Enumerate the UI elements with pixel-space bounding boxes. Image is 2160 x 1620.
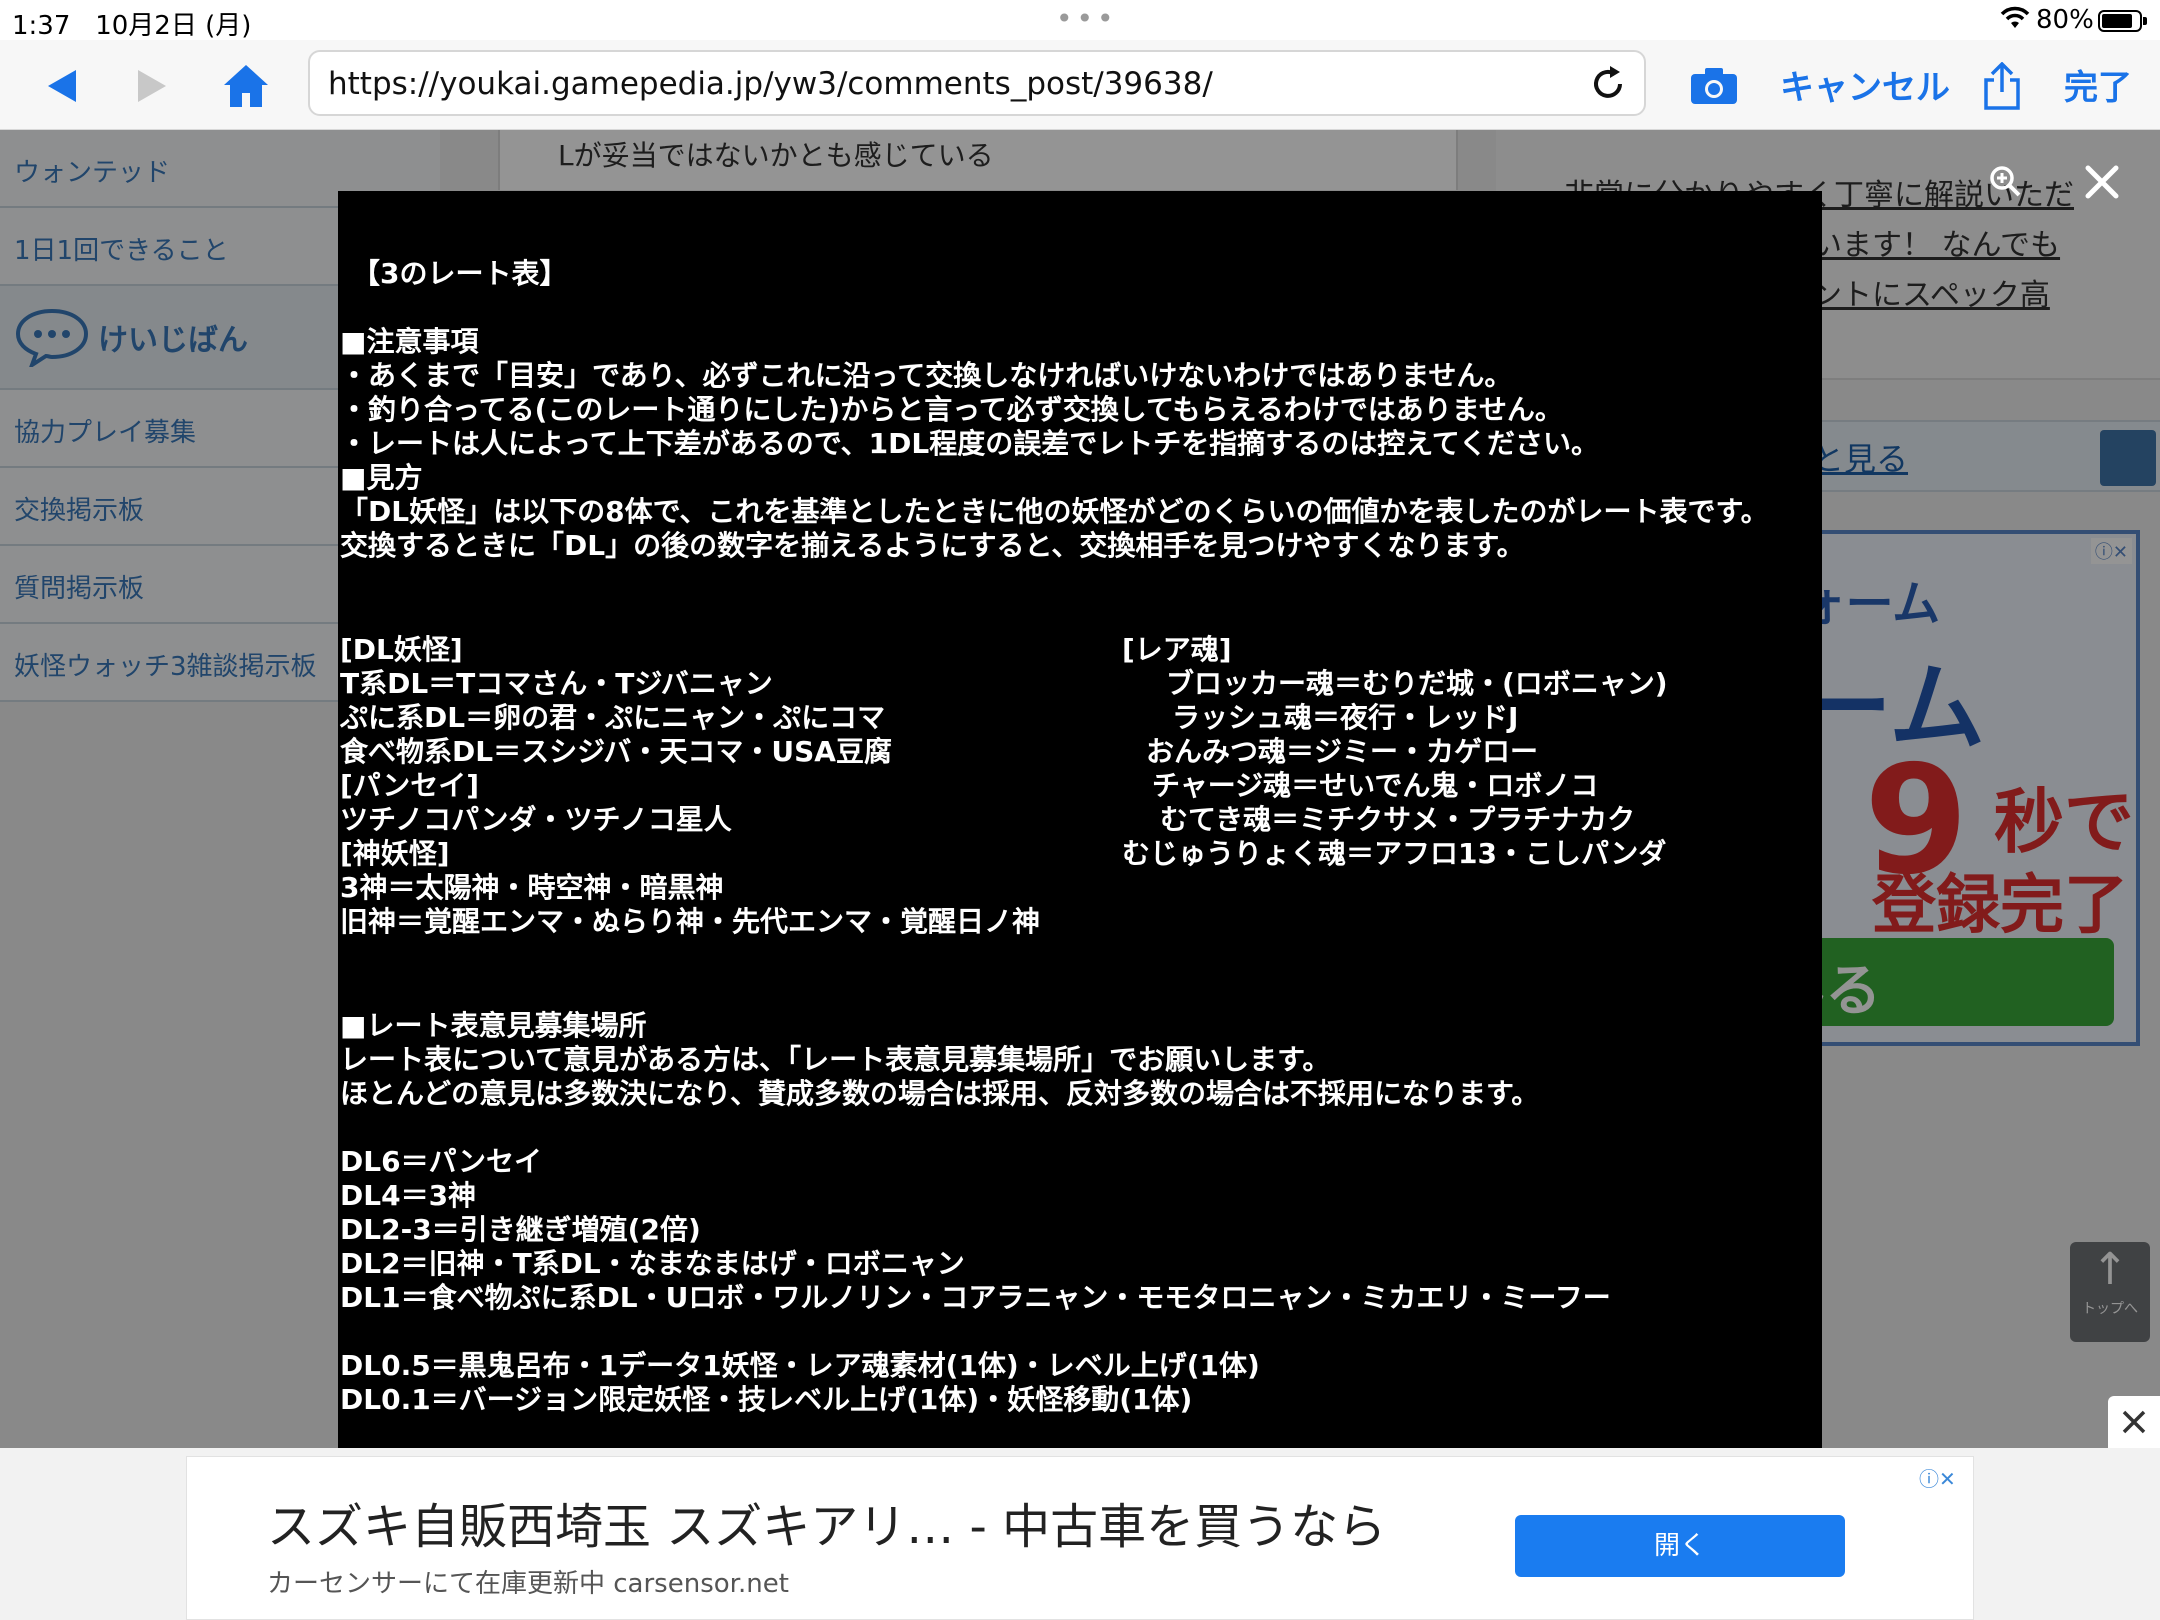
- rate-line: DL2＝旧神・T系DL・なまなまはげ・ロボニャン: [340, 1247, 965, 1280]
- note-line: ・レートは人によって上下差があるので、1DL程度の誤差でレトチを指摘するのは控え…: [340, 427, 1599, 460]
- rate-line: DL4＝3神: [340, 1179, 477, 1212]
- ad-close-button[interactable]: [2108, 1396, 2160, 1448]
- how-line: 「DL妖怪」は以下の8体で、これを基準としたときに他の妖怪がどのくらいの価値かを…: [340, 495, 1769, 528]
- forward-arrow-icon[interactable]: [124, 58, 180, 114]
- opinion-line: レート表について意見がある方は、「レート表意見募集場所」でお願いします。: [340, 1043, 1331, 1076]
- rare-soul-item: ラッシュ魂＝夜行・レッドJ: [1172, 701, 1519, 734]
- dl-list-item: 3神＝太陽神・時空神・暗黒神: [340, 871, 724, 904]
- cancel-button[interactable]: キャンセル: [1780, 60, 1950, 109]
- rare-soul-item: おんみつ魂＝ジミー・カゲロー: [1146, 735, 1539, 768]
- reload-icon[interactable]: [1586, 62, 1630, 106]
- status-time: 1:37 10月2日 (月): [12, 11, 252, 41]
- close-icon: [2122, 1410, 2146, 1434]
- notes-header: ■注意事項: [340, 325, 479, 358]
- done-button[interactable]: 完了: [2064, 60, 2132, 109]
- close-icon[interactable]: [2080, 160, 2124, 204]
- status-date: 10月2日 (月): [95, 11, 252, 41]
- browser-toolbar: https://youkai.gamepedia.jp/yw3/comments…: [0, 40, 2160, 130]
- rate-line: DL6＝パンセイ: [340, 1145, 542, 1178]
- ad-badge[interactable]: ⓘ✕: [1919, 1463, 1956, 1492]
- bottom-ad-banner: スズキ自販西埼玉 スズキアリ… - 中古車を買うなら カーセンサーにて在庫更新中…: [0, 1448, 2160, 1620]
- rate-table-title: 【3のレート表】: [352, 257, 568, 290]
- note-line: ・あくまで「目安」であり、必ずこれに沿って交換しなければいけないわけではありませ…: [340, 359, 1513, 392]
- url-text[interactable]: https://youkai.gamepedia.jp/yw3/comments…: [328, 66, 1213, 102]
- rate-line: DL0.5＝黒鬼呂布・1データ1妖怪・レア魂素材(1体)・レベル上げ(1体): [340, 1349, 1260, 1382]
- rare-soul-item: むじゅうりょく魂＝アフロ13・こしパンダ: [1122, 837, 1667, 870]
- camera-icon[interactable]: [1686, 58, 1742, 114]
- dl-list-item: ぷに系DL＝卵の君・ぷにニャン・ぷにコマ: [340, 701, 886, 734]
- bottom-ad-title: スズキ自販西埼玉 スズキアリ… - 中古車を買うなら: [267, 1499, 1387, 1555]
- rate-line: DL2-3＝引き継ぎ増殖(2倍): [340, 1213, 701, 1246]
- status-bar: 1:37 10月2日 (月) ••• 80%: [0, 0, 2160, 41]
- bottom-ad-open-button[interactable]: 開く: [1515, 1515, 1845, 1577]
- multitask-dots[interactable]: •••: [1056, 2, 1118, 35]
- lightbox-image[interactable]: 【3のレート表】 ■注意事項 ・あくまで「目安」であり、必ずこれに沿って交換しな…: [338, 191, 1822, 1451]
- dl-list-item: [パンセイ]: [340, 769, 479, 802]
- bottom-ad-subtitle: カーセンサーにて在庫更新中 carsensor.net: [267, 1569, 789, 1599]
- dl-list-item: [神妖怪]: [340, 837, 450, 870]
- note-line: ・釣り合ってる(このレート通りにした)からと言って必ず交換してもらえるわけではあ…: [340, 393, 1563, 426]
- rate-line: DL0.1＝バージョン限定妖怪・技レベル上げ(1体)・妖怪移動(1体): [340, 1383, 1193, 1416]
- share-icon[interactable]: [1974, 58, 2030, 114]
- home-icon[interactable]: [218, 58, 274, 114]
- dl-list-item: 食べ物系DL＝スシジバ・天コマ・USA豆腐: [340, 735, 892, 768]
- wifi-icon: [2000, 6, 2030, 28]
- dl-list-item: 旧神＝覚醒エンマ・ぬらり神・先代エンマ・覚醒日ノ神: [340, 905, 1041, 938]
- address-bar[interactable]: https://youkai.gamepedia.jp/yw3/comments…: [308, 50, 1646, 116]
- opinion-line: ほとんどの意見は多数決になり、賛成多数の場合は採用、反対多数の場合は不採用になり…: [340, 1077, 1540, 1110]
- bottom-ad-card[interactable]: スズキ自販西埼玉 スズキアリ… - 中古車を買うなら カーセンサーにて在庫更新中…: [186, 1456, 1974, 1620]
- rare-soul-item: [レア魂]: [1122, 633, 1232, 666]
- how-header: ■見方: [340, 461, 423, 494]
- dl-list-item: T系DL＝Tコマさん・Tジバニャン: [340, 667, 773, 700]
- dl-list-item: [DL妖怪]: [340, 633, 463, 666]
- rare-soul-item: むてき魂＝ミチクサメ・プラチナカク: [1160, 803, 1636, 836]
- battery-icon: [2098, 10, 2147, 32]
- zoom-icon[interactable]: [1988, 164, 2022, 198]
- rare-soul-item: チャージ魂＝せいでん鬼・ロボノコ: [1152, 769, 1599, 802]
- back-arrow-icon[interactable]: [34, 58, 90, 114]
- rare-soul-item: ブロッカー魂＝むりだ城・(ロボニャン): [1166, 667, 1668, 700]
- how-line: 交換するときに「DL」の後の数字を揃えるようにすると、交換相手を見つけやすくなり…: [340, 529, 1525, 562]
- rate-line: DL1＝食べ物ぷに系DL・Uロボ・ワルノリン・コアラニャン・モモタロニャン・ミカ…: [340, 1281, 1611, 1314]
- battery-percent: 80%: [2036, 5, 2094, 35]
- opinion-header: ■レート表意見募集場所: [340, 1009, 647, 1042]
- dl-list-item: ツチノコパンダ・ツチノコ星人: [340, 803, 732, 836]
